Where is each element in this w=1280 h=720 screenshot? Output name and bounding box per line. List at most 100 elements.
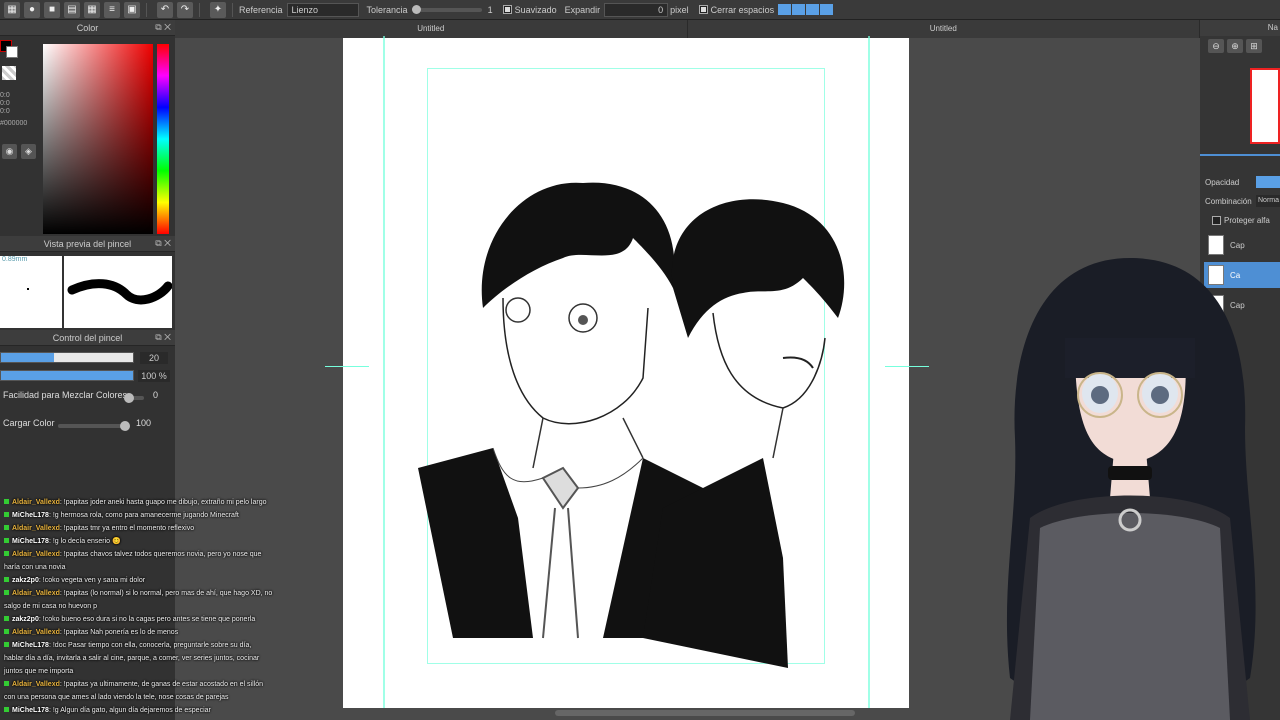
load-slider[interactable] [58, 421, 130, 431]
chat-message: hablar día a día, invitarla a salir al c… [0, 652, 278, 665]
brush-size-bar[interactable] [0, 352, 134, 363]
chat-badge-icon [4, 629, 9, 634]
chat-username: Aldair_Vallexd [12, 551, 60, 558]
brush-control-title: Control del pincel [52, 332, 123, 343]
chat-badge-icon [4, 681, 9, 686]
chat-message: MiCheL178: !g Algun día gato, algun día … [0, 704, 278, 717]
tab-untitled-1[interactable]: Untitled [175, 20, 688, 38]
chat-badge-icon [4, 616, 9, 621]
chat-text: : !papitas ya ultimamente, de ganas de e… [59, 681, 263, 688]
chat-message: Aldair_Vallexd: !papitas (lo normal) si … [0, 587, 278, 600]
tolerancia-slider[interactable] [411, 4, 482, 14]
grid-icon[interactable]: ▦ [84, 1, 100, 18]
brush-control: 20 100 % Facilidad para Mezclar Colores … [0, 346, 175, 456]
chat-username: MiCheL178 [12, 538, 49, 545]
layer-opacity-label: Opacidad [1205, 178, 1240, 187]
speech-bubble-icon[interactable]: ● [24, 1, 40, 18]
brush-preview-header: Vista previa del pincel ⧉ ✕ [0, 236, 175, 252]
chat-badge-icon [4, 642, 9, 647]
mix-row: Facilidad para Mezclar Colores [3, 390, 173, 400]
color-panel: 0:0 0:0 0:0 #000000 ◉ ◈ [0, 36, 175, 236]
panel-close-icon[interactable]: ⧉ ✕ [155, 332, 171, 343]
list-icon[interactable]: ≡ [104, 1, 120, 18]
chat-text: : !g Algun día gato, algun día dejaremos… [48, 707, 211, 714]
tab-untitled-2[interactable]: Untitled [688, 20, 1200, 38]
protect-alpha-checkbox[interactable] [1212, 216, 1221, 225]
saturation-value-picker[interactable] [43, 44, 153, 234]
divider [146, 2, 147, 17]
color-tools: ◉ ◈ [2, 144, 36, 159]
cerrar-espacios-checkbox[interactable] [698, 5, 708, 14]
g-value: 0:0 [0, 100, 10, 107]
gap-size-selector[interactable] [778, 4, 834, 15]
protect-alpha-label: Proteger alfa [1224, 216, 1270, 225]
panel-divider [1200, 154, 1280, 156]
slider-knob[interactable] [120, 421, 130, 431]
blend-label: Combinación [1205, 197, 1252, 206]
expandir-value: 0 [658, 4, 664, 15]
expandir-unit: pixel [670, 4, 689, 15]
undo-icon[interactable]: ↶ [157, 1, 173, 18]
brush-opacity-bar[interactable] [0, 370, 134, 381]
referencia-value: Lienzo [291, 4, 319, 15]
redo-icon[interactable]: ↷ [177, 1, 193, 18]
navigator-preview[interactable] [1250, 68, 1280, 144]
chat-badge-icon [4, 538, 9, 543]
sparkle-icon[interactable]: ✦ [210, 1, 226, 18]
chat-message: Aldair_Vallexd: !papitas joder aneki has… [0, 496, 278, 509]
panel-close-icon[interactable]: ⧉ ✕ [155, 238, 171, 249]
page-icon[interactable]: ▤ [64, 1, 80, 18]
chat-text: salgo de mi casa no huevon p [4, 603, 98, 610]
zoom-out-icon[interactable]: ⊖ [1208, 39, 1224, 53]
zoom-controls: ⊖ ⊕ ⊞ [1200, 36, 1280, 56]
chat-badge-icon [4, 551, 9, 556]
horizontal-scrollbar[interactable] [555, 710, 855, 716]
layer-item[interactable]: Cap [1204, 232, 1280, 258]
navigator-header: Na [1200, 20, 1280, 36]
chat-message: MiCheL178: !doc Pasar tiempo con ella, c… [0, 639, 278, 652]
guide-tick [885, 366, 929, 367]
suavizado-label: Suavizado [514, 4, 557, 15]
chat-username: zakz2p0 [12, 616, 39, 623]
panel-close-icon[interactable]: ⧉ ✕ [155, 22, 171, 33]
expandir-input[interactable]: 0 [604, 2, 669, 17]
chat-username: Aldair_Vallexd [12, 590, 60, 597]
fit-icon[interactable]: ⊞ [1246, 39, 1262, 53]
chat-badge-icon [4, 590, 9, 595]
blend-mode-select[interactable]: Norma [1256, 195, 1280, 207]
zoom-in-icon[interactable]: ⊕ [1227, 39, 1243, 53]
brush-size-readout: 0.89mm [2, 256, 28, 263]
expandir-label: Expandir [564, 4, 601, 15]
chat-text: : !g hermosa rola, como para amanecerme … [48, 512, 239, 519]
chat-badge-icon [4, 525, 9, 530]
layer-opacity-bar[interactable] [1256, 176, 1280, 188]
chat-username: Aldair_Vallexd [12, 681, 60, 688]
settings-icon[interactable]: ▣ [124, 1, 140, 18]
slider-knob[interactable] [411, 4, 421, 14]
message-icon[interactable]: ■ [44, 1, 60, 18]
chat-message: haría con una novia [0, 561, 278, 574]
canvas-page[interactable] [343, 36, 909, 708]
chat-text: : !doc Pasar tiempo con ella, conocerla,… [48, 642, 252, 649]
eyedropper-icon[interactable]: ◈ [21, 144, 36, 159]
brush-opacity-fill [1, 371, 133, 380]
palette-icon[interactable]: ◉ [2, 144, 17, 159]
tolerancia-label: Tolerancia [366, 4, 408, 15]
brush-preview-title: Vista previa del pincel [43, 238, 132, 249]
document-tabs: Untitled Untitled [175, 20, 1200, 38]
layer-icon[interactable]: ▦ [4, 1, 20, 18]
hue-slider[interactable] [157, 44, 169, 234]
chat-message: Aldair_Vallexd: !papitas tmr ya entro el… [0, 522, 278, 535]
chat-text: : !papitas chavos talvez todos queremos … [59, 551, 262, 558]
background-color[interactable] [6, 46, 18, 58]
mix-slider[interactable] [124, 393, 144, 403]
suavizado-checkbox[interactable] [502, 5, 512, 14]
referencia-select[interactable]: Lienzo [286, 2, 359, 17]
slider-knob[interactable] [124, 393, 134, 403]
brush-opacity-value[interactable]: 100 % [138, 370, 170, 382]
rgb-values: 0:0 0:0 0:0 [0, 92, 10, 116]
chat-text: hablar día a día, invitarla a salir al c… [4, 655, 260, 662]
transparent-color[interactable] [2, 66, 16, 80]
chat-text: haría con una novia [4, 564, 66, 571]
brush-size-value[interactable]: 20 [140, 352, 168, 364]
